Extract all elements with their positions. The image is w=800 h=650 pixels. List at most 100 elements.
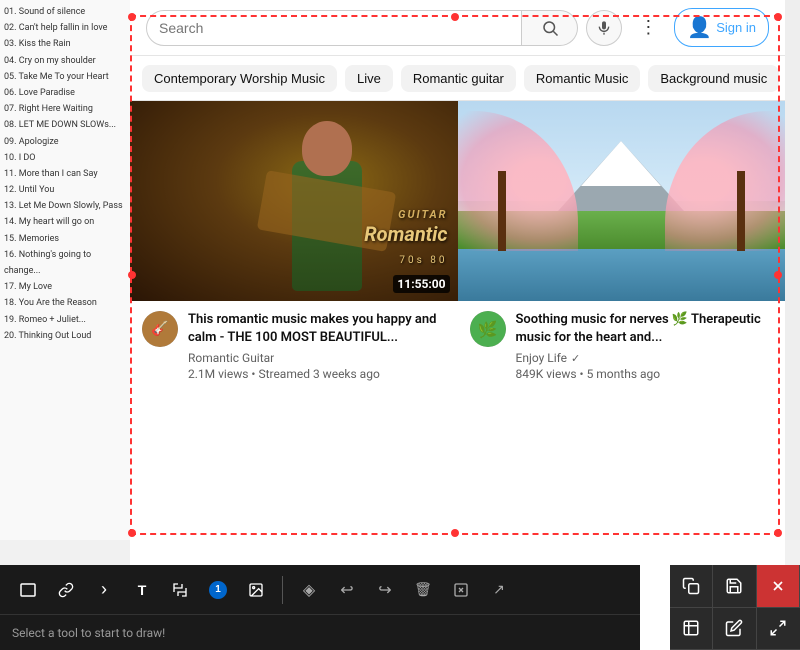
track-9: 09. Apologize [4,134,126,150]
mic-button[interactable] [586,10,622,46]
redo-btn[interactable]: ↪ [369,574,401,606]
right-panel [670,565,800,650]
chip-romantic-music[interactable]: Romantic Music [524,65,640,92]
save-panel-btn[interactable] [713,565,756,608]
track-15: 15. Memories [4,231,126,247]
image-tool-btn[interactable] [240,574,272,606]
track-2: 02. Can't help fallin in love [4,20,126,36]
filter-bar: Contemporary Worship Music Live Romantic… [130,56,785,101]
guitar-thumbnail-bg: GUITAR Romantic 70s 80 11:55:00 [130,101,458,301]
link-tool-btn[interactable] [50,574,82,606]
track-19: 19. Romeo + Juliet... [4,312,126,328]
video-stats-1: 2.1M views • Streamed 3 weeks ago [188,367,446,381]
copy-icon [682,577,700,595]
track-12: 12. Until You [4,182,126,198]
bottom-toolbar: › T 1 ◈ ↩ ↪ 🗑 ↗ Select a to [0,565,640,650]
delete-btn[interactable]: 🗑 [407,574,439,606]
avatar-1: 🎸 [142,311,178,347]
chip-romantic-guitar[interactable]: Romantic guitar [401,65,516,92]
user-circle-icon: 👤 [687,15,712,40]
header-actions: ⋮ 👤 Sign in [630,8,769,47]
track-20: 20. Thinking Out Loud [4,328,126,344]
send-btn[interactable]: ↗ [483,574,515,606]
expand-panel-btn[interactable] [757,608,800,650]
chip-background-music[interactable]: Background music [648,65,779,92]
more-options-button[interactable]: ⋮ [630,10,666,46]
search-icon [541,19,559,37]
copy-panel-btn[interactable] [670,565,713,608]
mountain-thumbnail-bg [458,101,786,301]
save-icon [725,577,743,595]
undo-btn[interactable]: ↩ [331,574,363,606]
thumbnail-2 [458,101,786,301]
crop-tool-btn[interactable] [164,574,196,606]
chip-live[interactable]: Live [345,65,393,92]
crop-panel2-btn[interactable] [670,608,713,650]
close-panel-btn[interactable] [757,565,800,608]
thumbnail-1: 01. Sound of silence 02. Can't help fall… [130,101,458,301]
badge-tool-btn[interactable]: 1 [202,574,234,606]
track-3: 03. Kiss the Rain [4,36,126,52]
text-tool-btn[interactable]: T [126,574,158,606]
track-16: 16. Nothing's going to change... [4,247,126,279]
channel-name-2: Enjoy Life ✓ [516,351,774,365]
crop-icon [172,582,188,598]
status-text: Select a tool to start to draw! [12,626,165,640]
edit-panel-btn[interactable] [713,608,756,650]
main-content: ⋮ 👤 Sign in Contemporary Worship Music L… [130,0,785,650]
video-meta-2: Soothing music for nerves 🌿 Therapeutic … [516,311,774,381]
track-1: 01. Sound of silence [4,4,126,20]
fill-tool-btn[interactable]: ◈ [293,574,325,606]
video-card-2[interactable]: 🌿 Soothing music for nerves 🌿 Therapeuti… [458,101,786,391]
track-8: 08. LET ME DOWN SLOWs... [4,117,126,133]
video-title-1: This romantic music makes you happy and … [188,311,446,347]
rectangle-icon [20,582,36,598]
toolbar-tools: › T 1 ◈ ↩ ↪ 🗑 ↗ [0,565,640,615]
badge-number: 1 [209,581,227,599]
image-icon [248,582,264,598]
search-bar [146,10,522,46]
chip-contemporary[interactable]: Contemporary Worship Music [142,65,337,92]
toolbar-status: Select a tool to start to draw! [0,615,640,650]
video-stats-2: 849K views • 5 months ago [516,367,774,381]
delete-alt-icon [453,582,469,598]
sign-in-button[interactable]: 👤 Sign in [674,8,769,47]
mic-icon [596,20,612,36]
search-button[interactable] [522,10,578,46]
video-info-2: 🌿 Soothing music for nerves 🌿 Therapeuti… [458,301,786,391]
video-meta-1: This romantic music makes you happy and … [188,311,446,381]
link-icon [58,582,74,598]
track-17: 17. My Love [4,279,126,295]
delete-alt-btn[interactable] [445,574,477,606]
video-info-1: 🎸 This romantic music makes you happy an… [130,301,458,391]
toolbar-divider [282,576,283,604]
edit-icon [725,619,743,637]
close-icon [770,578,786,594]
track-7: 07. Right Here Waiting [4,101,126,117]
video-grid: 01. Sound of silence 02. Can't help fall… [130,101,785,391]
search-input[interactable] [159,20,509,36]
track-13: 13. Let Me Down Slowly, Pass [4,198,126,214]
rectangle-tool-btn[interactable] [12,574,44,606]
track-5: 05. Take Me To your Heart [4,69,126,85]
crop-panel-icon [682,619,700,637]
track-6: 06. Love Paradise [4,85,126,101]
video-card-1[interactable]: 01. Sound of silence 02. Can't help fall… [130,101,458,391]
chevron-tool-btn[interactable]: › [88,574,120,606]
video-title-2: Soothing music for nerves 🌿 Therapeutic … [516,311,774,347]
expand-icon [769,619,787,637]
channel-name-1: Romantic Guitar [188,351,446,365]
tracklist: 01. Sound of silence 02. Can't help fall… [0,0,130,348]
track-18: 18. You Are the Reason [4,295,126,311]
scrollbar[interactable] [785,0,800,540]
track-11: 11. More than I can Say [4,166,126,182]
duration-badge-1: 11:55:00 [393,275,449,293]
sign-in-label: Sign in [716,20,756,35]
header: ⋮ 👤 Sign in [130,0,785,56]
track-14: 14. My heart will go on [4,214,126,230]
left-sidebar: 01. Sound of silence 02. Can't help fall… [0,0,130,540]
track-10: 10. I DO [4,150,126,166]
track-4: 04. Cry on my shoulder [4,53,126,69]
avatar-2: 🌿 [470,311,506,347]
verified-icon: ✓ [571,352,580,365]
